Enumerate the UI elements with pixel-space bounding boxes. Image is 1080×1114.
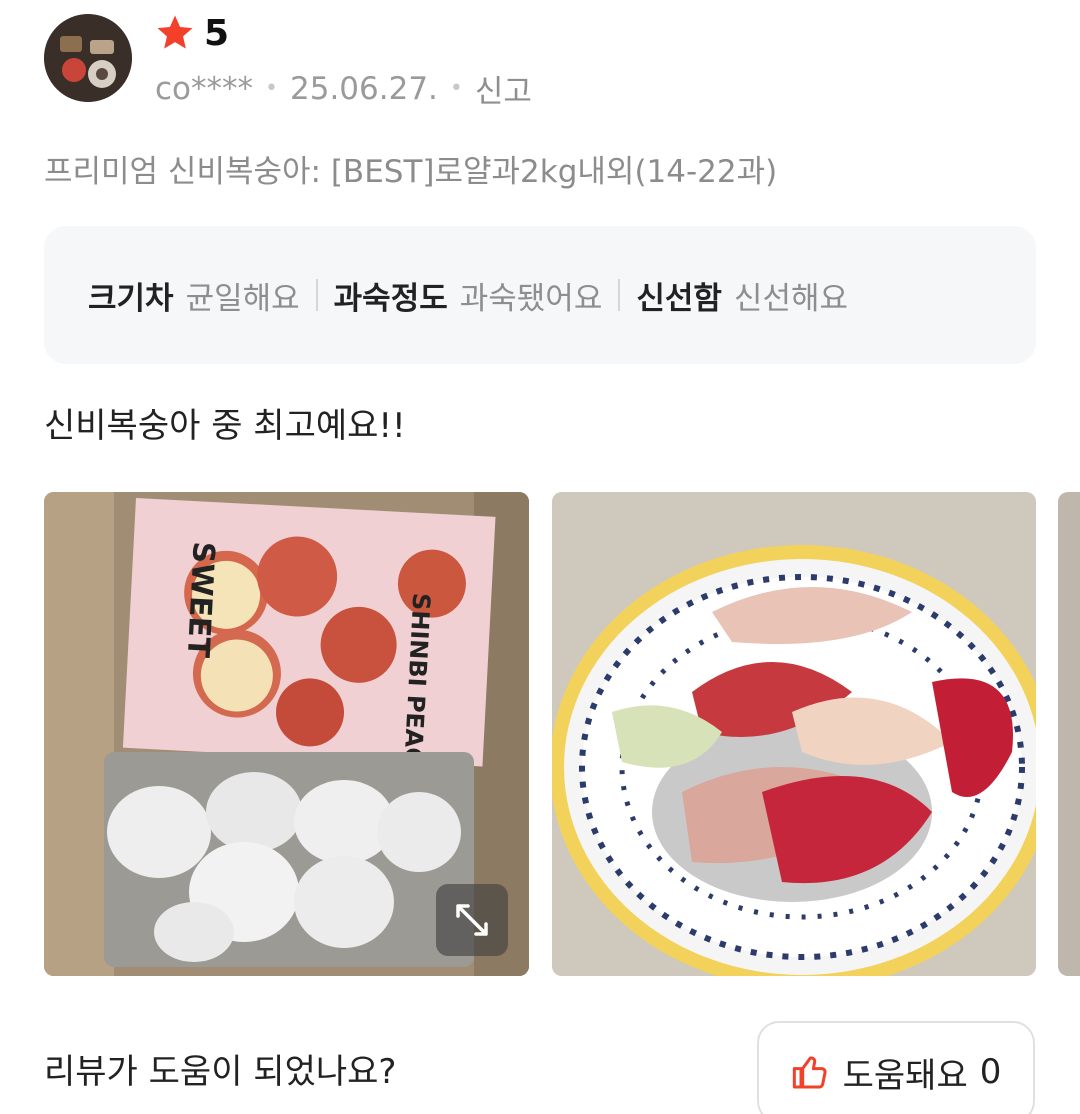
- attribute-size: 크기차 균일해요: [88, 273, 300, 318]
- attribute-key: 과숙정도: [333, 280, 448, 317]
- package-text-sweet: SWEET: [180, 541, 221, 659]
- attribute-value: 과숙됐어요: [459, 280, 603, 317]
- review-photo-2[interactable]: [552, 492, 1036, 976]
- meta-separator: •: [449, 76, 463, 101]
- attribute-freshness: 신선함 신선해요: [636, 273, 848, 318]
- attribute-summary: 크기차 균일해요 과숙정도 과숙됐어요 신선함 신선해요: [44, 226, 1036, 364]
- attribute-divider: [315, 279, 318, 311]
- review-card: 5 co**** • 25.06.27. • 신고 프리미엄 신비복숭아: [B…: [0, 0, 1080, 1114]
- attribute-value: 균일해요: [185, 280, 300, 317]
- review-text: 신비복숭아 중 최고예요!!: [44, 406, 406, 446]
- star-icon: [157, 15, 193, 49]
- expand-button[interactable]: [436, 884, 508, 956]
- attribute-key: 신선함: [636, 280, 722, 317]
- helpful-button[interactable]: 도움돼요 0: [757, 1021, 1035, 1114]
- meta-separator: •: [265, 76, 278, 101]
- attribute-key: 크기차: [88, 280, 174, 317]
- helpful-count: 0: [979, 1052, 1002, 1092]
- report-link[interactable]: 신고: [475, 66, 532, 111]
- avatar: [44, 14, 132, 102]
- rating: 5: [154, 12, 229, 54]
- review-meta: co**** • 25.06.27. • 신고: [155, 66, 532, 111]
- expand-icon: [456, 904, 488, 936]
- attribute-ripeness: 과숙정도 과숙됐어요: [334, 273, 603, 318]
- product-option: 프리미엄 신비복숭아: [BEST]로얄과2kg내외(14-22과): [44, 154, 778, 190]
- attribute-divider: [618, 279, 621, 311]
- review-date: 25.06.27.: [290, 70, 438, 107]
- thumbs-up-icon: [792, 1056, 827, 1089]
- attribute-value: 신선해요: [733, 280, 849, 317]
- helpful-question: 리뷰가 도움이 되었나요?: [44, 1052, 397, 1092]
- review-photo-3-partial[interactable]: [1058, 492, 1080, 976]
- helpful-button-label: 도움돼요: [842, 1055, 968, 1096]
- rating-score: 5: [204, 12, 230, 54]
- author-name: co****: [155, 70, 254, 107]
